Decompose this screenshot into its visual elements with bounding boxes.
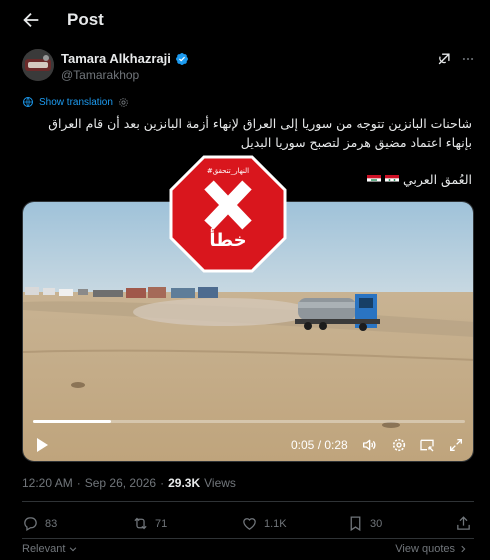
heart-icon [243,518,256,530]
stamp-label: خطأ [209,230,247,251]
fact-check-false-stamp: #النهار_تتحقق خطأ [169,155,287,273]
translation-settings-gear-icon[interactable] [118,97,129,108]
reply-count: 83 [45,517,58,530]
action-bar: 83 71 1.1K 30 [22,515,474,533]
syria-flag-icon [384,174,399,185]
repost-button[interactable]: 71 [132,515,167,532]
reply-icon [24,517,37,532]
stamp-hashtag: #النهار_تتحقق [206,167,250,175]
chevron-right-icon [461,545,466,553]
views-count: 29.3K [168,476,201,490]
replies-sort-label: Relevant [22,543,66,555]
like-count: 1.1K [264,517,287,530]
repost-icon [134,517,147,530]
author-name-row[interactable]: Tamara Alkhazraji [61,51,189,66]
verified-badge-icon [175,52,188,65]
view-quotes-label: View quotes [395,543,455,555]
views-label: Views [204,476,236,490]
tweet-source-line: العُمق العربي [366,172,472,187]
bookmark-icon [350,516,361,532]
video-progress-fill [33,420,111,423]
divider [22,501,474,502]
video-time-display: 0:05 / 0:28 [291,438,348,452]
video-current-time: 0:05 [291,438,315,452]
meta-separator: · [160,476,165,490]
back-arrow-icon[interactable] [20,9,42,31]
page-title: Post [67,10,104,29]
tweet-source: العُمق العربي [402,172,472,187]
iraq-flag-icon [366,174,381,185]
repost-count: 71 [155,517,168,530]
view-quotes-link[interactable]: View quotes [395,543,468,555]
more-options-icon[interactable] [460,52,476,66]
share-button[interactable] [455,515,472,532]
tweet-text: شاحنات البانزين تتوجه من سوريا إلى العرا… [48,116,472,150]
divider [22,538,474,539]
grok-icon[interactable] [437,51,452,66]
bookmark-count: 30 [370,517,383,530]
post-date[interactable]: Sep 26, 2026 [85,476,156,490]
replies-sort-dropdown[interactable]: Relevant [22,543,78,555]
post-time[interactable]: 12:20 AM [22,476,73,490]
video-progress-bar[interactable] [33,420,465,423]
show-translation-row: Show translation [22,96,129,108]
picture-in-picture-icon[interactable] [419,437,435,453]
top-bar: Post [0,0,490,40]
settings-gear-icon[interactable] [391,437,407,453]
avatar[interactable] [22,49,54,81]
fullscreen-icon[interactable] [448,437,464,453]
post-meta: 12:20 AM · Sep 26, 2026 · 29.3K Views [22,476,236,490]
meta-separator: · [76,476,81,490]
video-duration: 0:28 [324,438,348,452]
author-handle[interactable]: @Tamarakhop [61,68,139,82]
volume-icon[interactable] [361,437,377,453]
share-icon [457,516,470,530]
author-name[interactable]: Tamara Alkhazraji [61,51,171,66]
translate-icon [23,97,33,107]
chevron-down-icon [70,547,77,552]
like-button[interactable]: 1.1K [241,515,287,532]
show-translation-link[interactable]: Show translation [39,97,113,108]
reply-button[interactable]: 83 [22,515,57,532]
play-icon[interactable] [35,437,49,453]
bookmark-button[interactable]: 30 [347,515,382,532]
